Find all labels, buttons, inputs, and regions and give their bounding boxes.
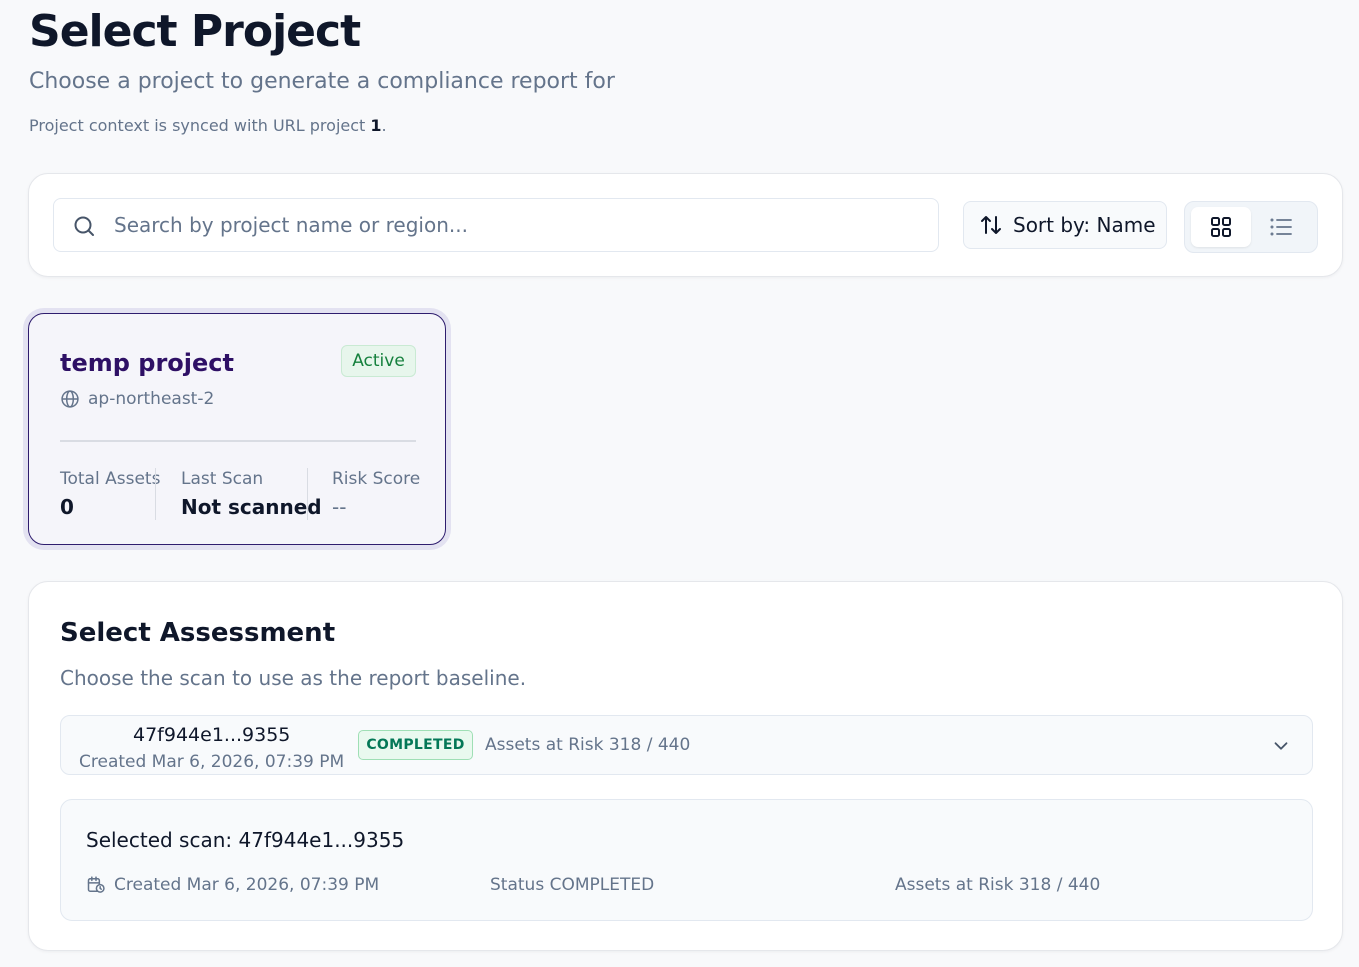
search-box[interactable] — [53, 198, 939, 252]
stat-total-assets: Total Assets 0 — [60, 469, 160, 519]
calendar-clock-icon — [87, 876, 105, 893]
stat-divider — [155, 468, 156, 520]
sort-label: Sort by: Name — [1013, 213, 1156, 237]
selected-scan-title: Selected scan: 47f944e1...9355 — [86, 828, 405, 852]
scan-assets-at-risk: Assets at Risk 318 / 440 — [485, 735, 691, 755]
search-icon — [74, 216, 94, 236]
selected-scan-created: Created Mar 6, 2026, 07:39 PM — [86, 875, 379, 895]
sync-note-prefix: Project context is synced with URL proje… — [29, 116, 371, 135]
stat-label: Last Scan — [181, 469, 264, 489]
selected-scan-assets-at-risk: Assets at Risk 318 / 440 — [895, 875, 1101, 895]
project-card[interactable]: temp project Active ap-northeast-2 Total… — [28, 313, 446, 545]
search-input[interactable] — [114, 199, 924, 251]
assessment-subtitle: Choose the scan to use as the report bas… — [60, 666, 527, 690]
scan-created: Created Mar 6, 2026, 07:39 PM — [79, 752, 345, 772]
project-region: ap-northeast-2 — [60, 389, 214, 409]
sort-arrows-icon — [981, 216, 1001, 234]
sort-button[interactable]: Sort by: Name — [963, 201, 1167, 249]
project-name: temp project — [60, 349, 234, 377]
list-icon — [1270, 218, 1292, 236]
list-view-button[interactable] — [1251, 207, 1311, 247]
stat-divider — [307, 468, 308, 520]
scan-select-dropdown[interactable]: 47f944e1...9355 Created Mar 6, 2026, 07:… — [60, 715, 1313, 775]
page-subtitle: Choose a project to generate a complianc… — [29, 69, 615, 94]
grid-icon — [1211, 217, 1231, 237]
scan-id: 47f944e1...9355 — [133, 724, 291, 746]
project-toolbar: Sort by: Name — [28, 173, 1343, 277]
assessment-title: Select Assessment — [60, 618, 336, 648]
stat-label: Risk Score — [332, 469, 421, 489]
sync-note-suffix: . — [381, 116, 387, 135]
card-divider — [60, 440, 416, 442]
selected-scan-status: Status COMPLETED — [490, 875, 655, 895]
grid-view-button[interactable] — [1191, 207, 1251, 247]
view-toggle — [1184, 201, 1318, 253]
page-title: Select Project — [29, 6, 361, 57]
sync-note: Project context is synced with URL proje… — [29, 116, 387, 135]
selected-scan-summary: Selected scan: 47f944e1...9355 Created M… — [60, 799, 1313, 921]
region-label: ap-northeast-2 — [88, 389, 215, 409]
sync-project-id: 1 — [370, 116, 382, 135]
stat-risk-score: Risk Score -- — [332, 469, 420, 519]
stat-label: Total Assets — [60, 469, 161, 489]
scan-status-badge: COMPLETED — [358, 730, 473, 760]
chevron-down-icon[interactable] — [1270, 735, 1292, 757]
stat-value: 0 — [60, 495, 74, 519]
globe-icon — [61, 390, 79, 408]
stat-value: -- — [332, 495, 347, 519]
stat-value: Not scanned — [181, 495, 322, 519]
created-text: Created Mar 6, 2026, 07:39 PM — [114, 875, 380, 895]
stat-last-scan: Last Scan Not scanned — [181, 469, 322, 519]
assessment-panel: Select Assessment Choose the scan to use… — [28, 581, 1343, 951]
status-badge: Active — [341, 345, 416, 377]
